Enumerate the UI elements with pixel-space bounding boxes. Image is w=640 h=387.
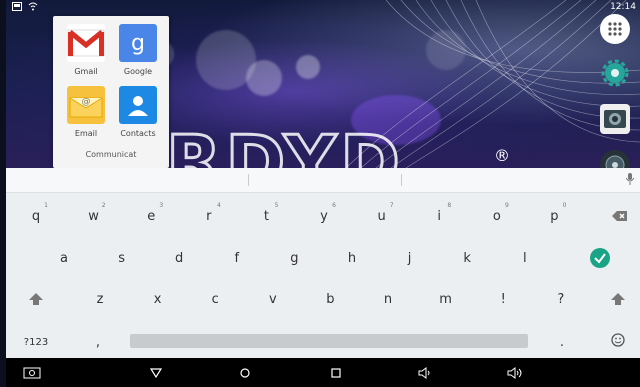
key-hint: 3 [159, 202, 164, 209]
key-f[interactable]: f [217, 242, 257, 274]
key-m[interactable]: m [426, 283, 466, 315]
key-hint: 4 [216, 202, 221, 209]
back-icon[interactable] [146, 364, 166, 382]
key-char: q [31, 208, 41, 224]
app-label: Google [123, 67, 153, 76]
key-p[interactable]: p0 [534, 200, 574, 232]
enter-key[interactable] [580, 242, 620, 274]
shift-left-key[interactable] [16, 283, 56, 315]
emoji-key[interactable] [598, 324, 638, 356]
key-t[interactable]: t5 [246, 200, 286, 232]
app-drawer-icon[interactable] [600, 14, 630, 44]
key-hint: 2 [101, 202, 106, 209]
wifi-icon [28, 2, 38, 14]
key-y[interactable]: y6 [304, 200, 344, 232]
key-char: u [377, 208, 386, 224]
volume-up-icon[interactable] [506, 364, 526, 382]
microphone-icon[interactable] [625, 173, 635, 188]
key-x[interactable]: x [138, 283, 178, 315]
app-label: Gmail [74, 67, 98, 76]
key-a[interactable]: a [44, 242, 84, 274]
key-hint: 7 [389, 202, 394, 209]
key-n[interactable]: n [368, 283, 408, 315]
key-b[interactable]: b [310, 283, 350, 315]
email-icon: @ [67, 86, 105, 124]
settings-icon[interactable] [600, 58, 630, 88]
registered-mark: ® [494, 146, 510, 165]
key-hint: 9 [504, 202, 509, 209]
key-hint: 1 [44, 202, 48, 209]
period-key[interactable]: . [542, 326, 582, 358]
home-icon[interactable] [235, 364, 255, 382]
key-j[interactable]: j [390, 242, 430, 274]
space-key[interactable] [130, 334, 528, 348]
key-s[interactable]: s [102, 242, 142, 274]
key-d[interactable]: d [159, 242, 199, 274]
shift-right-key[interactable] [598, 283, 638, 315]
key-w[interactable]: w2 [74, 200, 114, 232]
wallpaper-logo: RDYD [165, 119, 404, 169]
app-contacts[interactable]: Contacts [111, 86, 165, 138]
status-bar: 12:14 [6, 0, 640, 16]
app-label: Email [74, 129, 98, 138]
key-hint: 8 [447, 202, 452, 209]
key-question[interactable]: ? [541, 283, 581, 315]
key-hint: 0 [562, 202, 567, 209]
backspace-key[interactable] [600, 200, 640, 232]
key-hint: 5 [274, 202, 279, 209]
google-search-icon: g [119, 24, 157, 62]
key-exclamation[interactable]: ! [483, 283, 523, 315]
key-char: o [492, 208, 501, 224]
key-k[interactable]: k [447, 242, 487, 274]
app-label: Contacts [120, 129, 156, 138]
volume-down-icon[interactable] [416, 364, 436, 382]
key-char: t [263, 208, 269, 224]
soft-keyboard: q1w2e3r4t5y6u7i8o9p0 asdfghjkl z x c v b n m!?… [6, 168, 640, 358]
key-char: r [206, 208, 212, 224]
key-l[interactable]: l [505, 242, 545, 274]
app-google[interactable]: g Google [111, 24, 165, 76]
svg-text:@: @ [82, 97, 91, 107]
key-char: p [550, 208, 559, 224]
key-i[interactable]: i8 [419, 200, 459, 232]
key-char: e [147, 208, 156, 224]
key-z[interactable]: z [80, 283, 120, 315]
key-r[interactable]: r4 [189, 200, 229, 232]
navigation-bar [6, 358, 640, 387]
clock: 12:14 [610, 2, 636, 12]
key-e[interactable]: e3 [131, 200, 171, 232]
contacts-icon [119, 86, 157, 124]
key-g[interactable]: g [274, 242, 314, 274]
symbols-key[interactable]: ?123 [16, 326, 56, 358]
key-h[interactable]: h [332, 242, 372, 274]
key-c[interactable]: c [195, 283, 235, 315]
key-char: i [437, 208, 441, 224]
app-folder: Gmail g Google @ Email Contacts Communic… [53, 16, 169, 168]
camera-icon[interactable] [600, 104, 630, 134]
folder-name: Communicat [85, 150, 137, 159]
key-q[interactable]: q1 [16, 200, 56, 232]
key-u[interactable]: u7 [362, 200, 402, 232]
app-email[interactable]: @ Email [59, 86, 113, 138]
screenshot-icon [12, 2, 22, 14]
screenshot-button-icon[interactable] [22, 364, 42, 382]
suggestion-strip [6, 168, 640, 193]
gmail-icon [67, 24, 105, 62]
key-char: y [320, 208, 328, 224]
key-char: w [88, 208, 99, 224]
recents-icon[interactable] [326, 364, 346, 382]
comma-key[interactable]: , [78, 326, 118, 358]
app-gmail[interactable]: Gmail [59, 24, 113, 76]
screen: RDYD ® 12:14 Gmail g Google @ Email Cont… [0, 0, 640, 387]
key-o[interactable]: o9 [477, 200, 517, 232]
key-hint: 6 [332, 202, 336, 209]
key-v[interactable]: v [253, 283, 293, 315]
